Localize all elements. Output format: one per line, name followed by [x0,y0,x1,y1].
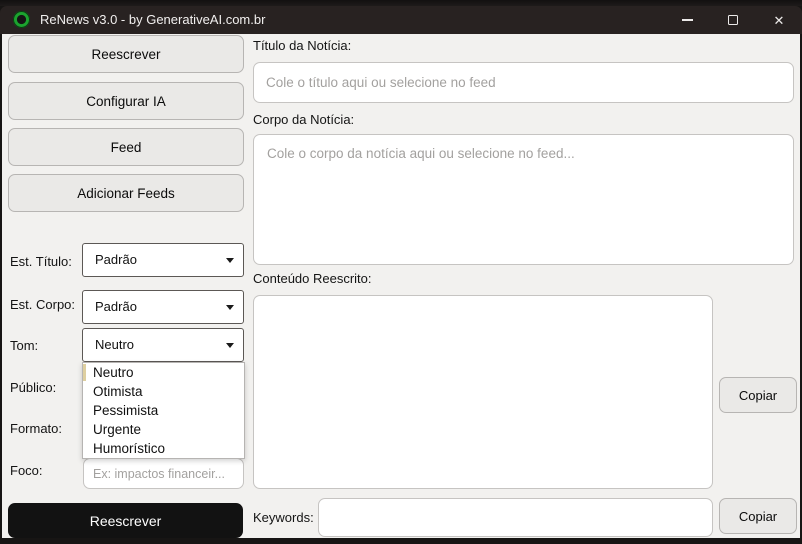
formato-label: Formato: [10,421,62,436]
keywords-label: Keywords: [253,510,314,525]
est-corpo-label: Est. Corpo: [10,297,75,312]
tom-option-pessimista[interactable]: Pessimista [83,401,244,420]
minimize-button[interactable] [664,6,710,34]
tom-option-label: Otimista [93,384,143,399]
tom-dropdown-list: Neutro Otimista Pessimista Urgente Humor… [82,362,245,459]
tom-option-humoristico[interactable]: Humorístico [83,439,244,458]
tom-combobox[interactable]: Neutro [82,328,244,362]
corpo-noticia-label: Corpo da Notícia: [253,112,354,127]
titlebar: ReNews v3.0 - by GenerativeAI.com.br ✕ [0,6,802,34]
tom-option-otimista[interactable]: Otimista [83,382,244,401]
tom-combobox-value: Neutro [95,329,134,361]
tom-option-label: Pessimista [93,403,158,418]
est-titulo-label: Est. Título: [10,254,72,269]
configurar-ia-button[interactable]: Configurar IA [8,82,244,120]
app-icon [13,11,30,28]
window-controls: ✕ [664,6,802,34]
conteudo-reescrito-textarea[interactable] [253,295,713,489]
copiar-keywords-button[interactable]: Copiar [719,498,797,534]
foco-input[interactable] [83,458,244,489]
tom-option-label: Neutro [93,365,134,380]
selected-option-marker [83,364,86,381]
tom-option-neutro[interactable]: Neutro [83,363,244,382]
adicionar-feeds-button[interactable]: Adicionar Feeds [8,174,244,212]
tom-option-urgente[interactable]: Urgente [83,420,244,439]
corpo-noticia-textarea[interactable] [253,134,794,265]
titulo-noticia-input[interactable] [253,62,794,103]
publico-label: Público: [10,380,56,395]
est-titulo-combobox[interactable]: Padrão [82,243,244,277]
maximize-icon [728,15,738,25]
conteudo-reescrito-label: Conteúdo Reescrito: [253,271,372,286]
close-button[interactable]: ✕ [756,6,802,34]
tom-option-label: Urgente [93,422,141,437]
feed-button[interactable]: Feed [8,128,244,166]
titulo-noticia-label: Título da Notícia: [253,38,351,53]
maximize-button[interactable] [710,6,756,34]
chevron-down-icon [226,343,234,348]
foco-label: Foco: [10,463,43,478]
chevron-down-icon [226,305,234,310]
tom-label: Tom: [10,338,38,353]
est-corpo-combobox[interactable]: Padrão [82,290,244,324]
chevron-down-icon [226,258,234,263]
copiar-conteudo-button[interactable]: Copiar [719,377,797,413]
app-window: ReNews v3.0 - by GenerativeAI.com.br ✕ R… [0,0,802,544]
window-title: ReNews v3.0 - by GenerativeAI.com.br [40,6,265,34]
reescrever-nav-button[interactable]: Reescrever [8,35,244,73]
keywords-input[interactable] [318,498,713,537]
est-titulo-combobox-value: Padrão [95,244,137,276]
close-icon: ✕ [774,14,785,27]
tom-option-label: Humorístico [93,441,165,456]
minimize-icon [682,19,693,21]
reescrever-action-button[interactable]: Reescrever [8,503,243,538]
est-corpo-combobox-value: Padrão [95,291,137,323]
